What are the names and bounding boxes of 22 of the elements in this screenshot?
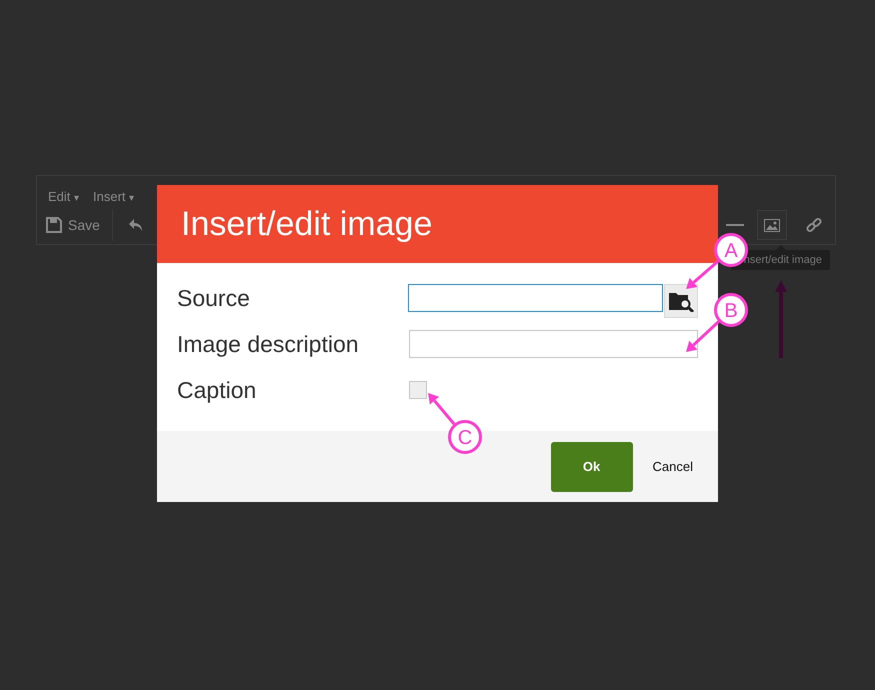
pointer-arrow xyxy=(428,393,456,425)
input-field[interactable] xyxy=(408,330,698,358)
checkbox[interactable] xyxy=(409,381,427,399)
callout-letter: B xyxy=(724,300,738,322)
callout-letter: C xyxy=(458,427,472,449)
image-button[interactable] xyxy=(757,210,787,240)
menu-item[interactable]: Edit ▾ xyxy=(48,185,80,207)
ok-button[interactable]: Ok xyxy=(550,442,633,492)
caret-icon: ▾ xyxy=(129,192,134,204)
caret-icon: ▾ xyxy=(74,192,80,204)
menu-item[interactable]: Insert ▾ xyxy=(93,185,134,207)
field-label: Caption xyxy=(177,376,258,404)
folder-search-icon[interactable] xyxy=(664,284,698,318)
cancel-button[interactable]: Cancel xyxy=(652,459,693,474)
pointer-arrow xyxy=(686,320,720,352)
save-button[interactable]: Save xyxy=(40,209,113,241)
field-label: Image description xyxy=(177,330,360,358)
image-icon xyxy=(764,218,780,232)
field-label: Source xyxy=(177,284,251,312)
input-field[interactable] xyxy=(408,284,664,312)
pointer-arrow xyxy=(686,260,720,289)
dialog-title: Insert/edit image xyxy=(157,185,718,263)
